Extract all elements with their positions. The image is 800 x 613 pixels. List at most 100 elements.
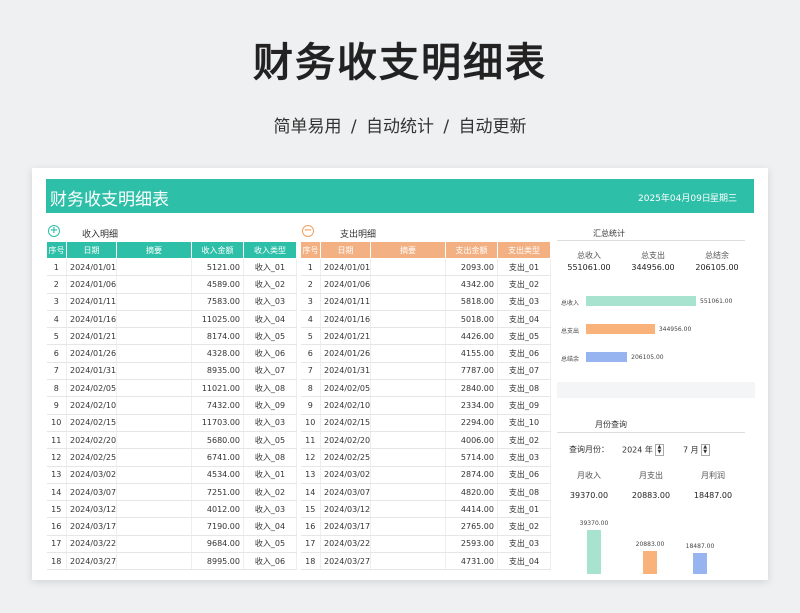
table-cell[interactable]: 收入_03 xyxy=(243,414,297,432)
table-cell[interactable]: 收入_03 xyxy=(243,293,297,311)
table-cell[interactable]: 5714.00 xyxy=(445,448,498,467)
table-cell[interactable]: 2024/01/21 xyxy=(66,327,117,346)
table-cell[interactable]: 2024/01/01 xyxy=(66,258,117,277)
table-cell[interactable] xyxy=(116,327,192,346)
table-cell[interactable]: 15 xyxy=(300,500,321,519)
table-cell[interactable]: 16 xyxy=(46,517,67,536)
table-cell[interactable]: 2593.00 xyxy=(445,535,498,554)
table-cell[interactable]: 4012.00 xyxy=(191,500,244,519)
table-cell[interactable]: 1 xyxy=(46,258,67,277)
table-cell[interactable]: 支出_02 xyxy=(497,431,551,450)
year-spin-icon[interactable]: ▲ ▼ xyxy=(654,444,664,456)
table-cell[interactable]: 2024/01/16 xyxy=(320,310,371,329)
table-cell[interactable] xyxy=(116,379,192,398)
table-cell[interactable]: 4 xyxy=(300,310,321,329)
table-cell[interactable]: 支出_03 xyxy=(497,535,551,554)
table-cell[interactable]: 2 xyxy=(46,275,67,294)
table-cell[interactable]: 支出_03 xyxy=(497,293,551,311)
month-stepper[interactable]: 7 月 ▲ ▼ xyxy=(683,444,710,456)
table-cell[interactable]: 支出_04 xyxy=(497,310,551,329)
table-cell[interactable]: 7251.00 xyxy=(191,483,244,502)
table-cell[interactable]: 15 xyxy=(46,500,67,519)
table-cell[interactable]: 2024/01/26 xyxy=(320,344,371,363)
year-value[interactable]: 2024 xyxy=(622,446,642,455)
table-cell[interactable]: 2024/03/22 xyxy=(320,535,371,554)
table-cell[interactable]: 7787.00 xyxy=(445,362,498,381)
table-cell[interactable] xyxy=(116,293,192,311)
table-cell[interactable] xyxy=(116,535,192,554)
table-cell[interactable]: 10 xyxy=(300,414,321,432)
month-value[interactable]: 7 xyxy=(683,446,688,455)
table-cell[interactable]: 4328.00 xyxy=(191,344,244,363)
table-cell[interactable]: 11021.00 xyxy=(191,379,244,398)
table-cell[interactable]: 4 xyxy=(46,310,67,329)
table-cell[interactable]: 支出_06 xyxy=(497,344,551,363)
remove-circle-icon[interactable]: − xyxy=(302,225,314,237)
table-cell[interactable]: 收入_06 xyxy=(243,344,297,363)
table-cell[interactable]: 2093.00 xyxy=(445,258,498,277)
table-cell[interactable]: 支出_04 xyxy=(497,552,551,571)
table-cell[interactable]: 17 xyxy=(300,535,321,554)
table-cell[interactable] xyxy=(370,431,446,450)
table-cell[interactable]: 4342.00 xyxy=(445,275,498,294)
table-cell[interactable] xyxy=(370,327,446,346)
table-cell[interactable]: 6 xyxy=(46,344,67,363)
table-cell[interactable]: 支出_03 xyxy=(497,448,551,467)
table-cell[interactable]: 5818.00 xyxy=(445,293,498,311)
table-cell[interactable]: 10 xyxy=(46,414,67,432)
table-cell[interactable]: 支出_01 xyxy=(497,500,551,519)
table-cell[interactable]: 2024/03/17 xyxy=(66,517,117,536)
table-cell[interactable]: 支出_02 xyxy=(497,275,551,294)
table-cell[interactable]: 8 xyxy=(46,379,67,398)
table-cell[interactable]: 2334.00 xyxy=(445,396,498,415)
table-cell[interactable]: 收入_02 xyxy=(243,275,297,294)
table-cell[interactable]: 5121.00 xyxy=(191,258,244,277)
table-cell[interactable]: 2024/02/10 xyxy=(320,396,371,415)
year-stepper[interactable]: 2024 年 ▲ ▼ xyxy=(622,444,664,456)
table-cell[interactable]: 13 xyxy=(46,466,67,484)
table-cell[interactable]: 13 xyxy=(300,466,321,484)
table-cell[interactable]: 9 xyxy=(300,396,321,415)
table-cell[interactable] xyxy=(116,362,192,381)
table-cell[interactable]: 2024/02/25 xyxy=(320,448,371,467)
table-cell[interactable]: 7190.00 xyxy=(191,517,244,536)
table-cell[interactable]: 2024/01/31 xyxy=(320,362,371,381)
table-cell[interactable]: 3 xyxy=(300,293,321,311)
table-cell[interactable]: 收入_06 xyxy=(243,552,297,571)
table-cell[interactable]: 2024/02/05 xyxy=(320,379,371,398)
table-cell[interactable]: 支出_05 xyxy=(497,327,551,346)
table-cell[interactable]: 16 xyxy=(300,517,321,536)
table-cell[interactable]: 1 xyxy=(300,258,321,277)
table-cell[interactable]: 8 xyxy=(300,379,321,398)
table-cell[interactable]: 4006.00 xyxy=(445,431,498,450)
table-cell[interactable]: 9 xyxy=(46,396,67,415)
table-cell[interactable]: 2024/02/20 xyxy=(66,431,117,450)
table-cell[interactable] xyxy=(370,344,446,363)
table-cell[interactable]: 2024/01/11 xyxy=(320,293,371,311)
table-cell[interactable] xyxy=(370,500,446,519)
table-cell[interactable]: 4426.00 xyxy=(445,327,498,346)
table-cell[interactable] xyxy=(116,431,192,450)
add-circle-icon[interactable]: + xyxy=(48,225,60,237)
table-cell[interactable]: 2840.00 xyxy=(445,379,498,398)
table-cell[interactable] xyxy=(116,483,192,502)
table-cell[interactable]: 2024/01/11 xyxy=(66,293,117,311)
table-cell[interactable]: 2024/02/10 xyxy=(66,396,117,415)
table-cell[interactable]: 8174.00 xyxy=(191,327,244,346)
table-cell[interactable] xyxy=(116,517,192,536)
table-cell[interactable]: 6 xyxy=(300,344,321,363)
table-cell[interactable]: 5680.00 xyxy=(191,431,244,450)
table-cell[interactable]: 收入_03 xyxy=(243,500,297,519)
table-cell[interactable]: 6741.00 xyxy=(191,448,244,467)
table-cell[interactable]: 2024/03/12 xyxy=(66,500,117,519)
table-cell[interactable]: 12 xyxy=(46,448,67,467)
table-cell[interactable] xyxy=(370,448,446,467)
table-cell[interactable] xyxy=(370,379,446,398)
table-cell[interactable]: 7583.00 xyxy=(191,293,244,311)
table-cell[interactable]: 收入_01 xyxy=(243,258,297,277)
table-cell[interactable] xyxy=(370,362,446,381)
table-cell[interactable]: 2024/03/27 xyxy=(66,552,117,571)
table-cell[interactable]: 4820.00 xyxy=(445,483,498,502)
table-cell[interactable]: 11 xyxy=(46,431,67,450)
table-cell[interactable]: 2024/03/07 xyxy=(66,483,117,502)
